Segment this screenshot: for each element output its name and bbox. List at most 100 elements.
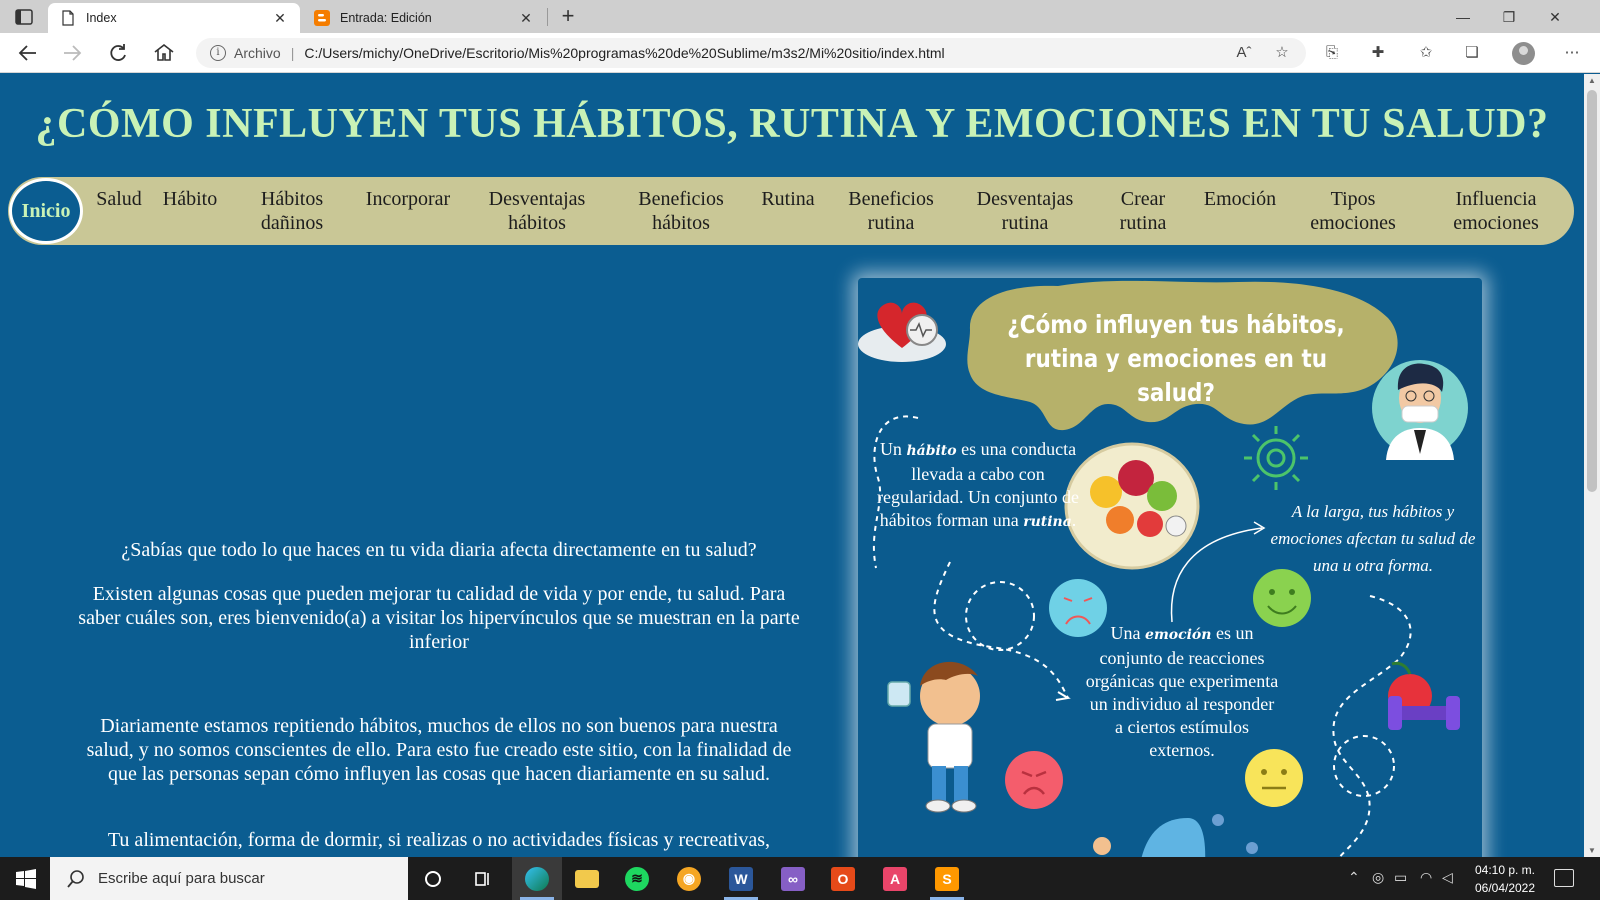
intro-question: ¿Sabías que todo lo que haces en tu vida… xyxy=(121,539,757,561)
nav-item-label: hábitos xyxy=(652,212,710,234)
taskbar-app-word[interactable]: W xyxy=(716,857,766,900)
tab-title: Index xyxy=(86,11,117,25)
collections-icon[interactable]: ❏ xyxy=(1460,42,1484,64)
taskbar-app-visual-studio[interactable]: ∞ xyxy=(768,857,818,900)
sublime-text-icon: S xyxy=(935,866,959,891)
visual-studio-icon: ∞ xyxy=(781,866,805,891)
virus-icon xyxy=(1244,426,1308,490)
translate-icon[interactable]: ⎘ xyxy=(1320,42,1344,64)
tab-index[interactable]: Index ✕ xyxy=(48,3,300,33)
nav-item-label: Emoción xyxy=(1203,188,1277,210)
browser-toolbar: i Archivo | C:/Users/michy/OneDrive/Escr… xyxy=(0,33,1600,73)
nav-item-desventajas-habitos[interactable]: Desventajas hábitos xyxy=(489,187,586,235)
show-hidden-icons-icon[interactable]: ⌃ xyxy=(1348,869,1360,886)
scroll-down-icon[interactable]: ▼ xyxy=(1588,846,1596,855)
taskbar-search-input[interactable]: Escribe aquí para buscar xyxy=(50,857,408,900)
taskbar-app-edge[interactable] xyxy=(512,857,562,900)
page-title: ¿CÓMO INFLUYEN TUS HÁBITOS, RUTINA Y EMO… xyxy=(35,101,1549,147)
add-favorite-icon[interactable]: ☆ xyxy=(1270,42,1294,64)
scroll-up-icon[interactable]: ▲ xyxy=(1588,76,1596,85)
page-icon xyxy=(62,10,74,26)
read-aloud-icon[interactable]: Aˆ xyxy=(1232,42,1256,64)
nav-item-habitos-daninos[interactable]: Hábitos dañinos xyxy=(261,187,323,235)
taskbar-app-acrobat[interactable]: A xyxy=(870,857,920,900)
close-tab-icon[interactable]: ✕ xyxy=(518,10,534,27)
volume-icon[interactable]: ◁ xyxy=(1442,869,1453,886)
cortana-button[interactable] xyxy=(408,857,458,900)
nav-item-rutina[interactable]: Rutina xyxy=(761,187,814,211)
page-scrollbar[interactable]: ▲ ▼ xyxy=(1584,74,1600,857)
blogger-icon xyxy=(314,10,330,26)
search-placeholder: Escribe aquí para buscar xyxy=(98,870,265,887)
minimize-icon[interactable]: — xyxy=(1440,4,1486,30)
main-navigation: Inicio Salud Hábito Hábitos dañinos Incorpor… xyxy=(8,177,1574,245)
new-tab-icon[interactable]: + xyxy=(556,3,580,29)
nav-item-inicio[interactable]: Inicio xyxy=(9,178,83,244)
address-divider: | xyxy=(290,45,295,61)
more-options-icon[interactable]: ⋯ xyxy=(1560,42,1584,64)
browser-app-icon: ◉ xyxy=(677,866,701,891)
task-view-button[interactable] xyxy=(458,857,508,900)
webcam-icon[interactable]: ◎ xyxy=(1372,869,1384,886)
close-window-icon[interactable]: ✕ xyxy=(1532,4,1578,30)
nav-item-label: emociones xyxy=(1453,212,1539,234)
notifications-icon[interactable] xyxy=(1554,869,1574,887)
nav-item-habito[interactable]: Hábito xyxy=(163,187,217,211)
routine-emphasis: rutina xyxy=(1023,514,1072,530)
refresh-icon[interactable] xyxy=(104,40,132,66)
intro-paragraph-4: Tu alimentación, forma de dormir, si rea… xyxy=(107,829,771,851)
favorites-icon[interactable]: ✩ xyxy=(1414,42,1438,64)
clock-date: 06/04/2022 xyxy=(1474,881,1536,895)
office-icon: O xyxy=(831,866,855,891)
profile-avatar[interactable] xyxy=(1512,42,1535,65)
address-url[interactable]: C:/Users/michy/OneDrive/Escritorio/Mis%2… xyxy=(304,45,944,61)
apple-dumbbell-icon xyxy=(1388,661,1460,730)
home-icon[interactable] xyxy=(150,40,178,66)
windows-start-icon[interactable] xyxy=(16,869,36,889)
intro-paragraph-2: Existen algunas cosas que pueden mejorar… xyxy=(78,583,800,653)
nav-item-incorporar[interactable]: Incorporar xyxy=(366,187,450,211)
address-scheme: Archivo xyxy=(234,45,281,61)
taskbar-app-file-explorer[interactable] xyxy=(562,857,612,900)
info-icon[interactable]: i xyxy=(210,45,226,61)
nav-item-label: Crear xyxy=(1120,188,1166,210)
intro-paragraph-3: Diariamente estamos repitiendo hábitos, … xyxy=(86,715,792,785)
nav-item-label: Desventajas xyxy=(488,188,586,210)
tab-entrada-edicion[interactable]: Entrada: Edición ✕ xyxy=(302,3,546,33)
extensions-icon[interactable]: ✚ xyxy=(1366,42,1390,64)
nav-item-tipos-emociones[interactable]: Tipos emociones xyxy=(1310,187,1396,235)
wifi-icon[interactable]: ◠ xyxy=(1420,869,1432,886)
back-icon[interactable] xyxy=(14,40,42,66)
emotion-text-2: es un conjunto de reacciones orgánicas q… xyxy=(1085,623,1279,760)
nav-item-beneficios-rutina[interactable]: Beneficios rutina xyxy=(848,187,934,235)
task-view-icon xyxy=(475,871,489,886)
restore-icon[interactable]: ❐ xyxy=(1486,4,1532,30)
battery-icon[interactable]: ▭ xyxy=(1394,869,1407,886)
habit-definition: Un hábito es una conducta llevada a cabo… xyxy=(876,438,1080,534)
forward-icon[interactable] xyxy=(58,40,86,66)
nav-item-salud[interactable]: Salud xyxy=(96,187,142,211)
nav-item-label: rutina xyxy=(1119,212,1167,234)
scrollbar-thumb[interactable] xyxy=(1587,90,1597,492)
taskbar-app-sublime[interactable]: S xyxy=(922,857,972,900)
angry-face-icon xyxy=(1005,751,1063,809)
taskbar-app-office[interactable]: O xyxy=(818,857,868,900)
nav-item-influencia-emociones[interactable]: Influencia emociones xyxy=(1453,187,1539,235)
nav-item-desventajas-rutina[interactable]: Desventajas rutina xyxy=(977,187,1074,235)
boy-drinking-illustration xyxy=(887,661,980,813)
habit-text-3: . xyxy=(1071,510,1077,530)
nav-item-beneficios-habitos[interactable]: Beneficios hábitos xyxy=(638,187,724,235)
tab-actions-icon[interactable] xyxy=(14,7,34,27)
nav-item-label: emociones xyxy=(1310,212,1396,234)
close-tab-icon[interactable]: ✕ xyxy=(272,10,288,27)
edge-icon xyxy=(525,866,549,891)
taskbar-app-spotify[interactable]: ≋ xyxy=(612,857,662,900)
browser-tab-bar: Index ✕ Entrada: Edición ✕ + — ❐ ✕ xyxy=(0,0,1600,33)
nav-item-crear-rutina[interactable]: Crear rutina xyxy=(1120,187,1167,235)
address-bar[interactable]: i Archivo | C:/Users/michy/OneDrive/Escr… xyxy=(196,38,1306,68)
system-clock[interactable]: 04:10 p. m. 06/04/2022 xyxy=(1465,861,1545,897)
nav-item-emocion[interactable]: Emoción xyxy=(1204,187,1276,211)
nav-item-label: dañinos xyxy=(260,212,324,234)
taskbar-app-brave[interactable]: ◉ xyxy=(664,857,714,900)
cortana-icon xyxy=(425,870,441,887)
